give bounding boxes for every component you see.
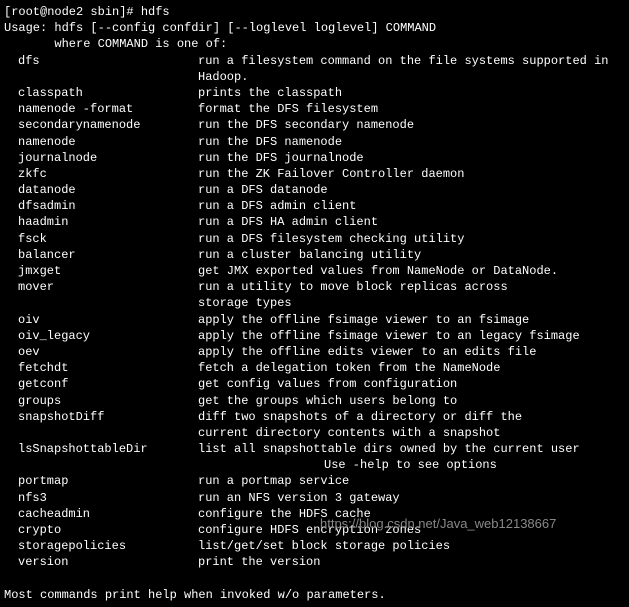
command-row: moverrun a utility to move block replica… — [4, 279, 625, 295]
command-row: versionprint the version — [4, 554, 625, 570]
command-name: nfs3 — [4, 490, 198, 506]
command-description: get config values from configuration — [198, 376, 625, 392]
where-line: where COMMAND is one of: — [4, 36, 625, 52]
command-name: dfs — [4, 53, 198, 85]
command-row: namenode -formatformat the DFS filesyste… — [4, 101, 625, 117]
command-row: groupsget the groups which users belong … — [4, 393, 625, 409]
command-list: dfsrun a filesystem command on the file … — [4, 53, 625, 571]
help-option-line: Use -help to see options — [4, 457, 625, 473]
command-description: run the DFS journalnode — [198, 150, 625, 166]
command-description: run a DFS HA admin client — [198, 214, 625, 230]
command-description: run a DFS datanode — [198, 182, 625, 198]
command-name: datanode — [4, 182, 198, 198]
command-row: balancerrun a cluster balancing utility — [4, 247, 625, 263]
command-row: oiv_legacyapply the offline fsimage view… — [4, 328, 625, 344]
command-name: snapshotDiff — [4, 409, 198, 425]
prompt-line[interactable]: [root@node2 sbin]# hdfs — [4, 4, 625, 20]
command-name: portmap — [4, 473, 198, 489]
command-description: run a cluster balancing utility — [198, 247, 625, 263]
command-name: storagepolicies — [4, 538, 198, 554]
usage-line: Usage: hdfs [--config confdir] [--loglev… — [4, 20, 625, 36]
watermark-text: https://blog.csdn.net/Java_web12138667 — [320, 515, 556, 533]
command-name: namenode — [4, 134, 198, 150]
command-description: run a DFS filesystem checking utility — [198, 231, 625, 247]
command-name: getconf — [4, 376, 198, 392]
command-name: oiv — [4, 312, 198, 328]
command-row: dfsadminrun a DFS admin client — [4, 198, 625, 214]
spacer — [4, 425, 198, 441]
command-name: jmxget — [4, 263, 198, 279]
command-row: storagepolicieslist/get/set block storag… — [4, 538, 625, 554]
command-name: classpath — [4, 85, 198, 101]
command-description: apply the offline fsimage viewer to an l… — [198, 328, 625, 344]
command-description: run an NFS version 3 gateway — [198, 490, 625, 506]
command-row: oivapply the offline fsimage viewer to a… — [4, 312, 625, 328]
command-description: format the DFS filesystem — [198, 101, 625, 117]
command-description: run the DFS secondary namenode — [198, 117, 625, 133]
command-name: secondarynamenode — [4, 117, 198, 133]
command-row: getconfget config values from configurat… — [4, 376, 625, 392]
command-name: namenode -format — [4, 101, 198, 117]
command-description: run a filesystem command on the file sys… — [198, 53, 625, 85]
command-description: run a DFS admin client — [198, 198, 625, 214]
command-row: oevapply the offline edits viewer to an … — [4, 344, 625, 360]
command-row: jmxgetget JMX exported values from NameN… — [4, 263, 625, 279]
command-description-continuation: current directory contents with a snapsh… — [198, 425, 625, 441]
command-row: snapshotDiffdiff two snapshots of a dire… — [4, 409, 625, 425]
command-name: zkfc — [4, 166, 198, 182]
command-description: list/get/set block storage policies — [198, 538, 625, 554]
command-name: dfsadmin — [4, 198, 198, 214]
command-description: run the ZK Failover Controller daemon — [198, 166, 625, 182]
command-description: get JMX exported values from NameNode or… — [198, 263, 625, 279]
command-row: classpathprints the classpath — [4, 85, 625, 101]
command-name: fetchdt — [4, 360, 198, 376]
command-description: run a portmap service — [198, 473, 625, 489]
command-name: fsck — [4, 231, 198, 247]
command-name: mover — [4, 279, 198, 295]
command-description: apply the offline edits viewer to an edi… — [198, 344, 625, 360]
command-row-continuation: storage types — [4, 295, 625, 311]
command-name: journalnode — [4, 150, 198, 166]
command-name: oev — [4, 344, 198, 360]
command-description: apply the offline fsimage viewer to an f… — [198, 312, 625, 328]
blank-line — [4, 571, 625, 587]
spacer — [4, 295, 198, 311]
command-name: haadmin — [4, 214, 198, 230]
command-name: lsSnapshottableDir — [4, 441, 198, 457]
command-row: fetchdtfetch a delegation token from the… — [4, 360, 625, 376]
command-name: version — [4, 554, 198, 570]
command-description: print the version — [198, 554, 625, 570]
command-description: run the DFS namenode — [198, 134, 625, 150]
command-name: groups — [4, 393, 198, 409]
footer-line: Most commands print help when invoked w/… — [4, 587, 625, 603]
command-description-continuation: storage types — [198, 295, 625, 311]
command-row-continuation: current directory contents with a snapsh… — [4, 425, 625, 441]
command-description: run a utility to move block replicas acr… — [198, 279, 625, 295]
command-row: portmaprun a portmap service — [4, 473, 625, 489]
command-row: secondarynamenoderun the DFS secondary n… — [4, 117, 625, 133]
command-description: prints the classpath — [198, 85, 625, 101]
command-description: list all snapshottable dirs owned by the… — [198, 441, 625, 457]
command-description: get the groups which users belong to — [198, 393, 625, 409]
command-name: cacheadmin — [4, 506, 198, 522]
command-row: datanoderun a DFS datanode — [4, 182, 625, 198]
command-row: namenoderun the DFS namenode — [4, 134, 625, 150]
command-description: diff two snapshots of a directory or dif… — [198, 409, 625, 425]
command-row: haadminrun a DFS HA admin client — [4, 214, 625, 230]
command-name: oiv_legacy — [4, 328, 198, 344]
command-row: lsSnapshottableDirlist all snapshottable… — [4, 441, 625, 457]
command-description: fetch a delegation token from the NameNo… — [198, 360, 625, 376]
command-row: zkfcrun the ZK Failover Controller daemo… — [4, 166, 625, 182]
command-row: nfs3run an NFS version 3 gateway — [4, 490, 625, 506]
command-row: journalnoderun the DFS journalnode — [4, 150, 625, 166]
command-row: dfsrun a filesystem command on the file … — [4, 53, 625, 85]
command-row: fsckrun a DFS filesystem checking utilit… — [4, 231, 625, 247]
command-name: balancer — [4, 247, 198, 263]
command-name: crypto — [4, 522, 198, 538]
